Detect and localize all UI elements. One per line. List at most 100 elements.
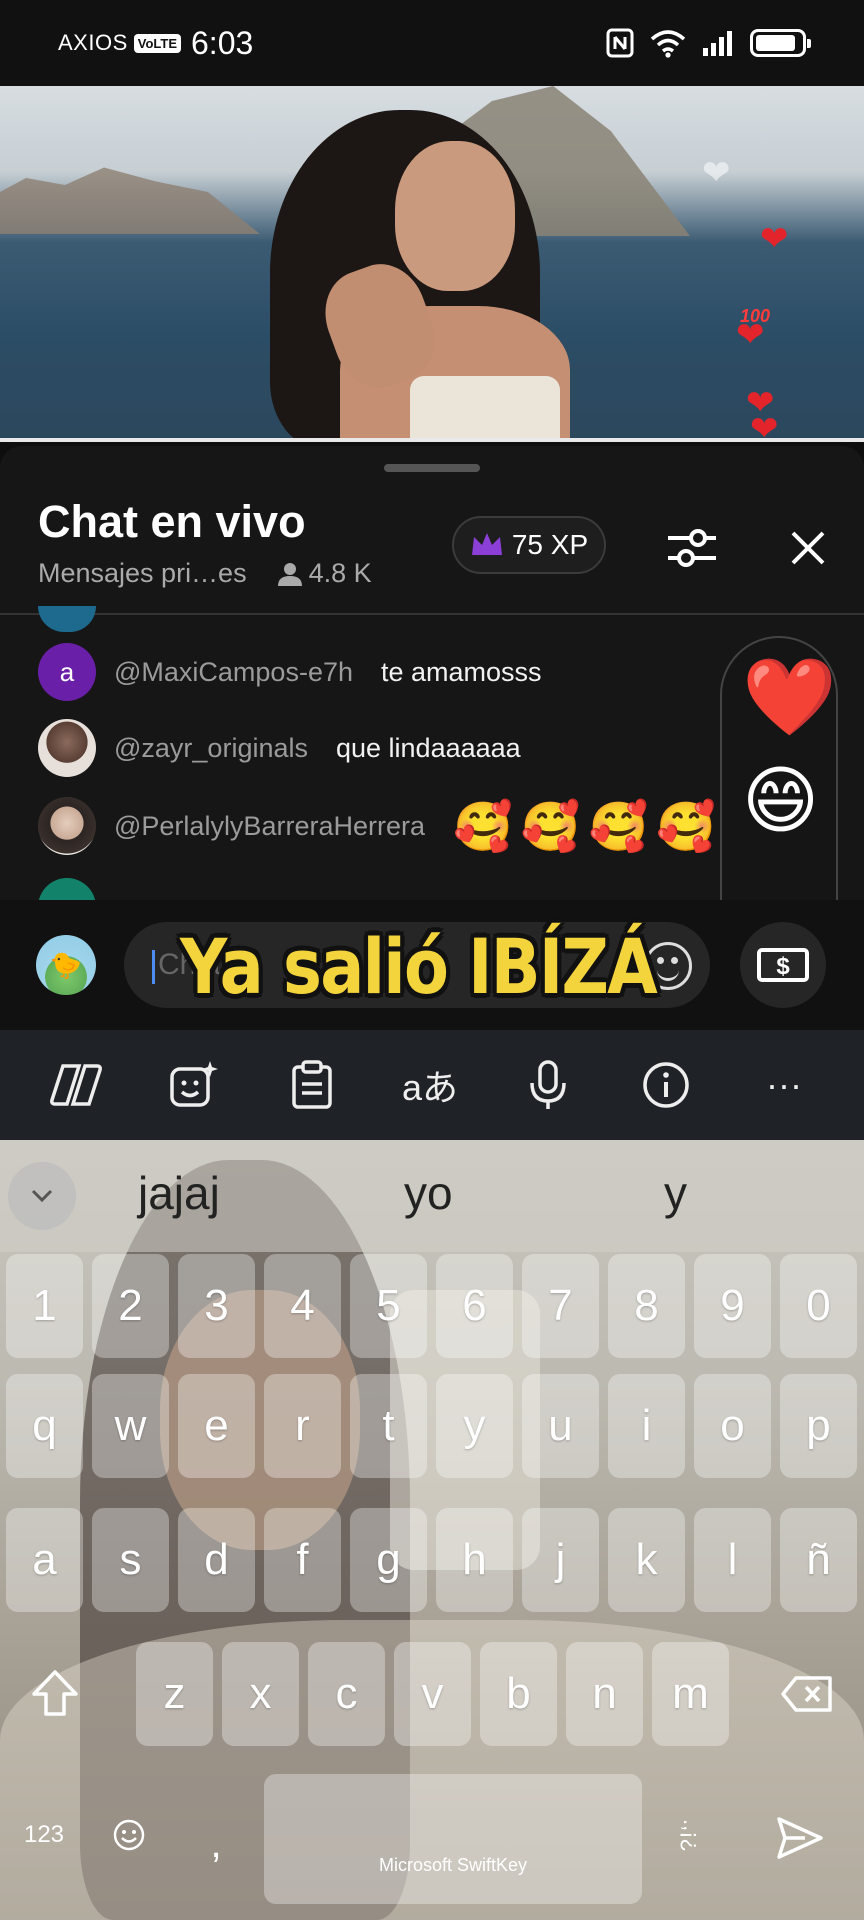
key-i[interactable]: i (608, 1374, 685, 1478)
avatar (38, 797, 96, 855)
key-k[interactable]: k (608, 1508, 685, 1612)
status-bar: AXIOS VoLTE 6:03 (0, 0, 864, 86)
viewer-count-value: 4.8 K (308, 558, 372, 588)
comma-key[interactable]: , (176, 1814, 256, 1874)
key-0[interactable]: 0 (780, 1254, 857, 1358)
key-y[interactable]: y (436, 1374, 513, 1478)
key-2[interactable]: 2 (92, 1254, 169, 1358)
key-n-tilde[interactable]: ñ (780, 1508, 857, 1612)
island-left (0, 167, 260, 234)
key-c[interactable]: c (308, 1642, 385, 1746)
smile-reaction-button[interactable]: 😄 (742, 764, 819, 838)
key-z[interactable]: z (136, 1642, 213, 1746)
xp-value: 75 XP (511, 529, 589, 560)
translate-button[interactable]: aあ (371, 1030, 489, 1140)
streamer-face (395, 141, 515, 291)
svg-text:$: $ (776, 953, 790, 980)
key-l[interactable]: l (694, 1508, 771, 1612)
chat-message[interactable]: @PerlalylyBarreraHerrera 🥰🥰🥰🥰 (38, 796, 724, 856)
sticker-icon (170, 1061, 218, 1107)
key-5[interactable]: 5 (350, 1254, 427, 1358)
live-video[interactable]: ❤ ❤ ❤ 100 ❤ ❤ (0, 86, 864, 442)
key-e[interactable]: e (178, 1374, 255, 1478)
chat-message[interactable]: a @MaxiCampos-e7h te amamosss (38, 642, 542, 702)
key-g[interactable]: g (350, 1508, 427, 1612)
more-button[interactable]: ··· (725, 1030, 843, 1140)
message-text: que lindaaaaaa (335, 732, 521, 763)
chat-mode[interactable]: Mensajes pri…es 4.8 K (38, 558, 372, 589)
suggestion-1[interactable]: jajaj (138, 1166, 220, 1220)
key-f[interactable]: f (264, 1508, 341, 1612)
key-4[interactable]: 4 (264, 1254, 341, 1358)
key-s[interactable]: s (92, 1508, 169, 1612)
avatar (38, 719, 96, 777)
battery-icon (750, 29, 811, 57)
shift-key[interactable] (6, 1642, 104, 1746)
key-6[interactable]: 6 (436, 1254, 513, 1358)
key-9[interactable]: 9 (694, 1254, 771, 1358)
key-p[interactable]: p (780, 1374, 857, 1478)
floating-heart-icon: ❤ (760, 220, 789, 258)
heart-reaction-button[interactable]: ❤️ (742, 660, 837, 736)
avatar (38, 606, 96, 632)
space-key[interactable]: Microsoft SwiftKey (264, 1774, 642, 1904)
voice-button[interactable] (489, 1030, 607, 1140)
chat-mode-label: Mensajes pri…es (38, 558, 247, 588)
key-a[interactable]: a (6, 1508, 83, 1612)
numbers-key[interactable]: 123 (10, 1800, 78, 1870)
send-icon (777, 1817, 823, 1859)
key-u[interactable]: u (522, 1374, 599, 1478)
user-avatar[interactable]: 🐤 (36, 935, 96, 995)
clipboard-icon (292, 1060, 332, 1109)
backspace-key[interactable] (758, 1642, 856, 1746)
suggestion-2[interactable]: yo (404, 1166, 453, 1220)
key-q[interactable]: q (6, 1374, 83, 1478)
punctuation-key[interactable]: .,¡¿ (656, 1780, 726, 1890)
chat-message[interactable]: @zayr_originals que lindaaaaaa (38, 718, 521, 778)
more-icon: ··· (766, 1064, 802, 1105)
key-r[interactable]: r (264, 1374, 341, 1478)
info-button[interactable] (607, 1030, 725, 1140)
key-w[interactable]: w (92, 1374, 169, 1478)
sticker-button[interactable] (135, 1030, 253, 1140)
header-divider (0, 613, 864, 615)
chat-title: Chat en vivo (38, 496, 306, 547)
send-key[interactable] (760, 1798, 840, 1878)
key-d[interactable]: d (178, 1508, 255, 1612)
key-b[interactable]: b (480, 1642, 557, 1746)
person-icon (277, 562, 302, 586)
key-t[interactable]: t (350, 1374, 427, 1478)
emoji-key[interactable] (98, 1800, 160, 1870)
key-7[interactable]: 7 (522, 1254, 599, 1358)
super-chat-button[interactable]: $ (740, 922, 826, 1008)
message-username[interactable]: @PerlalylyBarreraHerrera (114, 811, 425, 842)
copilot-button[interactable] (17, 1030, 135, 1140)
key-m[interactable]: m (652, 1642, 729, 1746)
clipboard-button[interactable] (253, 1030, 371, 1140)
close-button[interactable] (780, 520, 836, 576)
key-8[interactable]: 8 (608, 1254, 685, 1358)
key-1[interactable]: 1 (6, 1254, 83, 1358)
key-3[interactable]: 3 (178, 1254, 255, 1358)
key-n[interactable]: n (566, 1642, 643, 1746)
message-username[interactable]: @zayr_originals (114, 733, 308, 764)
key-h[interactable]: h (436, 1508, 513, 1612)
video-progress (0, 438, 864, 442)
key-v[interactable]: v (394, 1642, 471, 1746)
floating-100-icon: 100 (740, 306, 771, 326)
message-text: te amamosss (381, 656, 542, 687)
suggestion-3[interactable]: y (664, 1166, 687, 1220)
viewer-count: 4.8 K (277, 558, 372, 589)
key-o[interactable]: o (694, 1374, 771, 1478)
filter-button[interactable] (664, 520, 720, 576)
info-icon (643, 1062, 689, 1108)
crown-icon (471, 533, 502, 555)
xp-button[interactable]: 75 XP (452, 516, 606, 574)
drag-handle[interactable] (384, 464, 480, 472)
nfc-icon (606, 28, 634, 58)
collapse-suggestions-button[interactable] (8, 1162, 76, 1230)
key-x[interactable]: x (222, 1642, 299, 1746)
message-username[interactable]: @MaxiCampos-e7h (114, 657, 353, 688)
key-j[interactable]: j (522, 1508, 599, 1612)
money-icon: $ (757, 948, 809, 982)
